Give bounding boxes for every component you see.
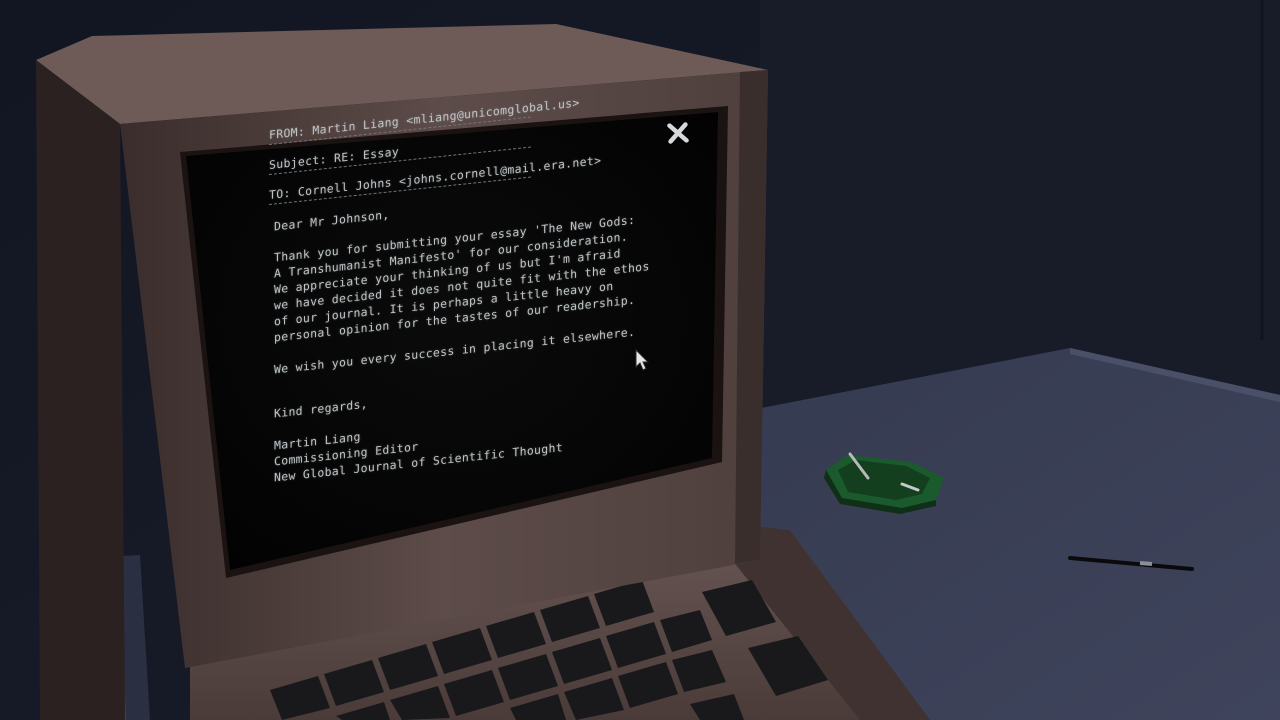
close-icon[interactable] [662, 118, 694, 148]
close-button[interactable] [662, 118, 694, 148]
email-view: FROM: Martin Liang <mliang@unicomglobal.… [260, 86, 660, 487]
email-body: Dear Mr Johnson, Thank you for submittin… [274, 178, 660, 486]
monitor-left-side [36, 60, 125, 720]
